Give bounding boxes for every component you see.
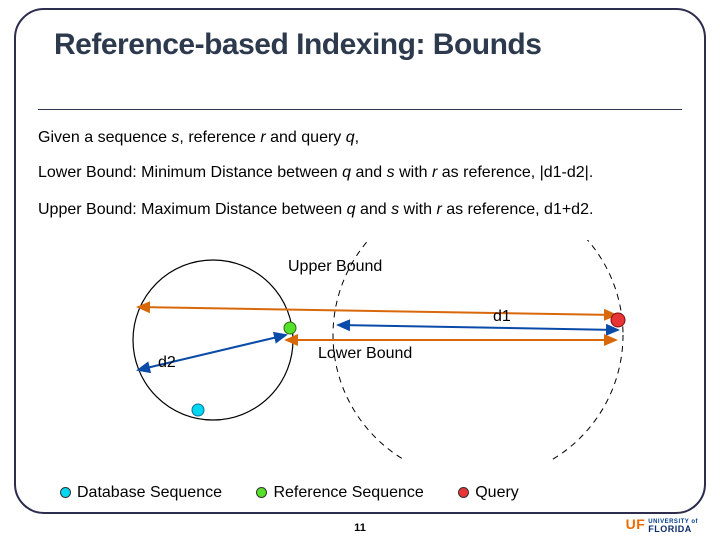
txt: Lower Bound: Minimum Distance between [38, 164, 342, 181]
given-line: Given a sequence s, reference r and quer… [38, 128, 680, 149]
legend-query: Query [458, 484, 519, 502]
var-q: q [346, 129, 355, 146]
legend-ref-label: Reference Sequence [273, 484, 423, 501]
uf-florida: FLORIDA [648, 524, 692, 534]
database-point [192, 404, 204, 416]
upper-bound-line: Upper Bound: Maximum Distance between q … [38, 200, 680, 221]
slide-title: Reference-based Indexing: Bounds [54, 28, 660, 62]
uf-mark: UF [626, 516, 646, 532]
reference-point [284, 322, 296, 334]
ref-dot-icon [256, 487, 267, 498]
lower-bound-label: Lower Bound [318, 345, 412, 363]
txt: Upper Bound: Maximum Distance between [38, 201, 347, 218]
legend: Database Sequence Reference Sequence Que… [60, 484, 549, 502]
txt: and query [266, 129, 346, 146]
txt: as reference, |d1-d2|. [437, 164, 593, 181]
txt: with [395, 164, 432, 181]
txt: Given a sequence [38, 129, 171, 146]
var-q: q [342, 164, 351, 181]
legend-db: Database Sequence [60, 484, 222, 502]
var-q: q [347, 201, 356, 218]
query-point [611, 313, 625, 327]
var-s: s [387, 164, 395, 181]
d2-label: d2 [158, 354, 176, 372]
legend-db-label: Database Sequence [77, 484, 222, 501]
lower-bound-line: Lower Bound: Minimum Distance between q … [38, 163, 680, 184]
upper-bound-label: Upper Bound [288, 258, 382, 276]
txt: with [399, 201, 436, 218]
d1-label: d1 [493, 308, 511, 326]
var-s: s [391, 201, 399, 218]
txt: , reference [179, 129, 260, 146]
bounds-diagram: Upper Bound d1 Lower Bound d2 [38, 240, 680, 460]
txt: and [351, 164, 387, 181]
title-rule [38, 109, 682, 110]
query-dot-icon [458, 487, 469, 498]
legend-ref: Reference Sequence [256, 484, 423, 502]
txt: and [356, 201, 392, 218]
d1-arrow [338, 325, 618, 330]
legend-query-label: Query [475, 484, 519, 501]
db-dot-icon [60, 487, 71, 498]
page-number: 11 [354, 522, 366, 534]
txt: , [355, 129, 359, 146]
uf-logo: UF UNIVERSITY of FLORIDA [626, 516, 698, 534]
upper-bound-arrow [138, 307, 616, 315]
txt: as reference, d1+d2. [442, 201, 594, 218]
